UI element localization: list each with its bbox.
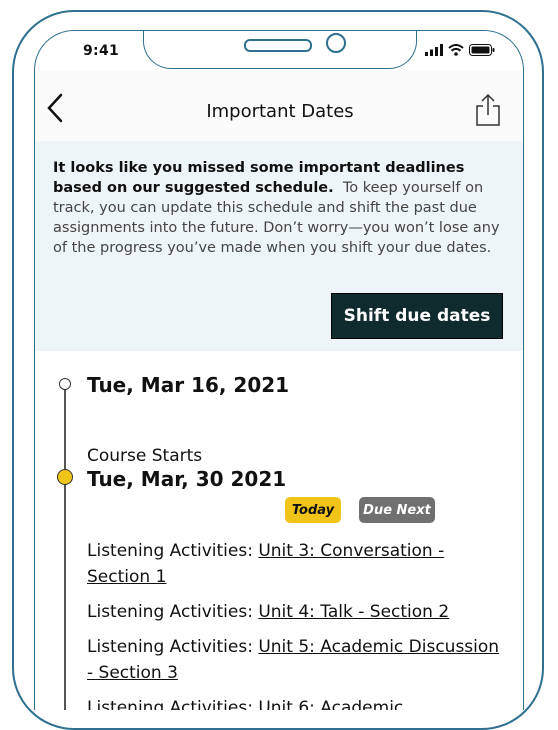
timeline: Tue, Mar 16, 2021 Course Starts Tue, Mar… [35, 351, 523, 710]
speaker-grille [244, 39, 312, 52]
timeline-dot [59, 378, 71, 390]
camera-icon [326, 33, 346, 53]
timeline-dot-today [57, 469, 73, 485]
activity-type-label: Listening Activities: [87, 541, 259, 561]
list-item: Listening Activities: Unit 5: Academic D… [87, 634, 507, 686]
phone-notch [143, 31, 417, 69]
due-next-badge: Due Next [359, 497, 435, 523]
assignment-link[interactable]: Unit 4: Talk - Section 2 [258, 602, 449, 622]
missed-deadlines-banner: It looks like you missed some important … [35, 141, 523, 351]
share-icon [476, 93, 500, 126]
phone-screen: 9:41 Important Dates It looks like you m… [34, 30, 524, 710]
nav-bar: Important Dates [35, 71, 523, 141]
timeline-line [64, 385, 66, 710]
wifi-icon [448, 44, 464, 56]
list-item: Listening Activities: Unit 4: Talk - Sec… [87, 599, 507, 625]
date-heading: Tue, Mar 16, 2021 [87, 373, 290, 397]
activity-type-label: Listening Activities: [87, 602, 259, 622]
share-button[interactable] [475, 93, 501, 127]
activity-type-label: Listening Activities: [87, 698, 259, 710]
cellular-signal-icon [425, 44, 443, 56]
course-starts-label: Course Starts [87, 446, 203, 466]
date-heading-today: Tue, Mar, 30 2021 [87, 467, 287, 491]
battery-icon [469, 44, 495, 56]
status-time: 9:41 [83, 43, 120, 59]
banner-message: It looks like you missed some important … [53, 158, 508, 258]
list-item: Listening Activities: Unit 3: Conversati… [87, 538, 507, 590]
shift-due-dates-button[interactable]: Shift due dates [331, 293, 503, 339]
status-icons [425, 43, 495, 57]
today-badge: Today [285, 497, 341, 523]
page-title: Important Dates [206, 101, 354, 122]
activity-type-label: Listening Activities: [87, 637, 259, 657]
list-item: Listening Activities: Unit 6: Academic [87, 695, 507, 710]
assignment-link[interactable]: Unit 6: Academic [258, 698, 403, 710]
